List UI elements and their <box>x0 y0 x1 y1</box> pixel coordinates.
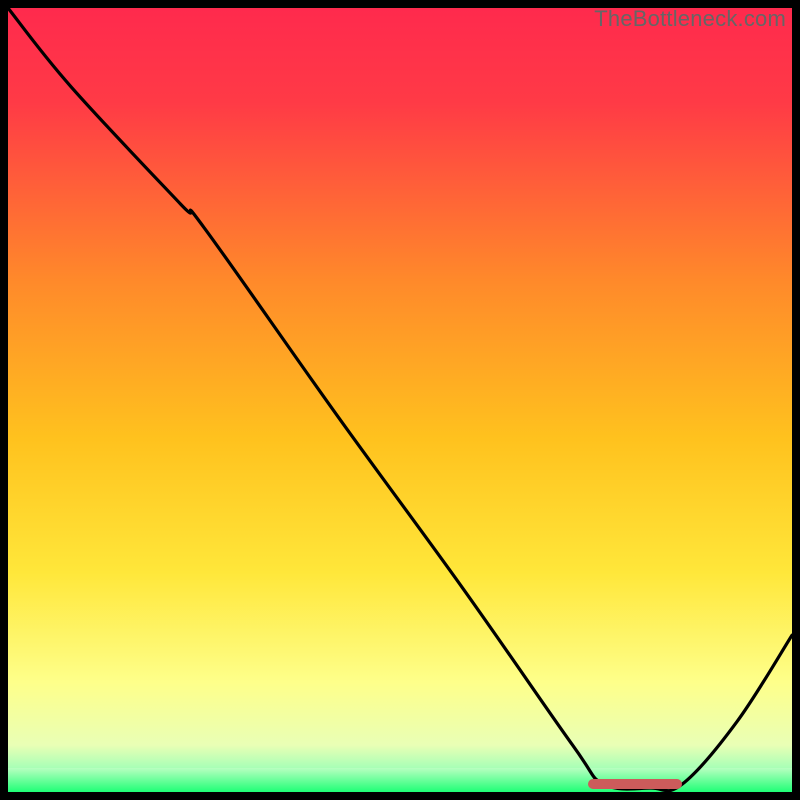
curve-path <box>8 8 792 791</box>
optimal-marker <box>588 779 682 789</box>
watermark-label: TheBottleneck.com <box>594 6 786 32</box>
bottleneck-curve <box>8 8 792 792</box>
plot-area <box>8 8 792 792</box>
chart-frame: TheBottleneck.com <box>0 0 800 800</box>
